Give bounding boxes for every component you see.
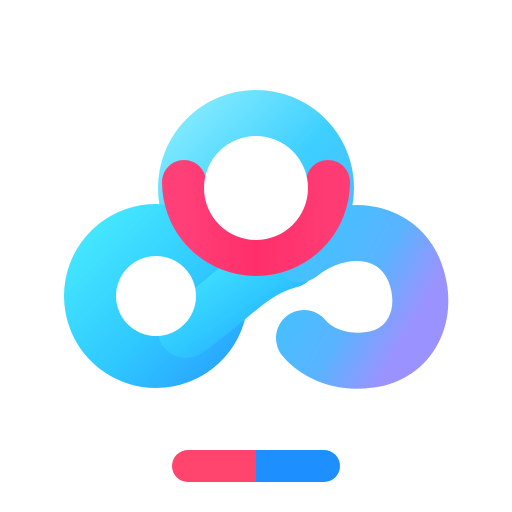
bottom-color-bar bbox=[172, 450, 340, 482]
bottom-bar-blue-segment bbox=[256, 450, 340, 482]
app-icon-canvas bbox=[0, 0, 512, 512]
bottom-bar-red-segment bbox=[172, 450, 256, 482]
cloud-storage-logo-icon bbox=[64, 90, 449, 389]
